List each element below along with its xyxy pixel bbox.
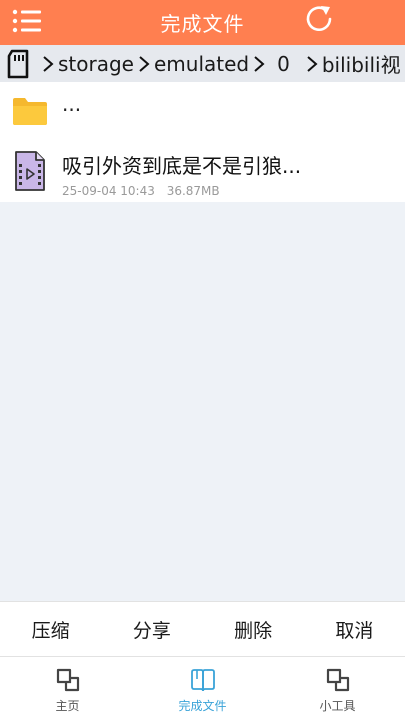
home-icon — [56, 668, 79, 692]
menu-button[interactable] — [10, 6, 44, 36]
breadcrumb-label: bilibili视 — [321, 53, 401, 77]
chevron-right-icon — [254, 55, 265, 72]
video-file-icon — [15, 151, 45, 191]
nav-label: 完成文件 — [178, 699, 227, 713]
book-icon — [190, 669, 215, 692]
file-meta: 25-09-04 10:43 36.87MB — [62, 184, 220, 198]
share-button[interactable]: 分享 — [101, 616, 202, 643]
breadcrumb-label: storage — [58, 51, 134, 76]
parent-folder-label: ... — [62, 92, 82, 116]
compress-button[interactable]: 压缩 — [0, 616, 101, 643]
sd-card-icon — [7, 49, 29, 78]
breadcrumb-item-0[interactable]: 0 — [249, 52, 302, 76]
nav-item-home[interactable]: 主页 — [0, 657, 135, 720]
refresh-button[interactable] — [302, 3, 338, 35]
cancel-button[interactable]: 取消 — [304, 616, 405, 643]
chevron-right-icon — [139, 55, 150, 72]
folder-icon — [13, 98, 47, 125]
file-size: 36.87MB — [166, 184, 220, 198]
delete-button[interactable]: 删除 — [203, 616, 304, 643]
file-list: ... 吸引外资到底是不是引狼... 25-09-04 10:43 36.87M… — [0, 82, 405, 202]
menu-icon — [12, 9, 41, 33]
breadcrumb-item-emulated[interactable]: emulated — [134, 52, 249, 76]
breadcrumb-label: emulated — [153, 51, 250, 76]
nav-item-finished-files[interactable]: 完成文件 — [135, 657, 270, 720]
chevron-right-icon — [307, 55, 318, 72]
parent-folder-row[interactable]: ... — [0, 82, 405, 142]
nav-label: 小工具 — [319, 699, 356, 713]
page-title: 完成文件 — [160, 12, 245, 36]
refresh-icon — [306, 6, 332, 32]
breadcrumb: storage emulated 0 bilibili视 — [0, 45, 405, 82]
bottom-nav: 主页 完成文件 小工具 — [0, 656, 405, 720]
list-item[interactable]: 吸引外资到底是不是引狼... 25-09-04 10:43 36.87MB — [0, 142, 405, 202]
breadcrumb-item-bilibili[interactable]: bilibili视 — [302, 49, 401, 78]
file-date: 25-09-04 10:43 — [62, 184, 155, 198]
nav-label: 主页 — [55, 699, 80, 713]
breadcrumb-label: 0 — [277, 51, 290, 76]
breadcrumb-item-storage[interactable]: storage — [38, 52, 134, 76]
nav-item-tools[interactable]: 小工具 — [270, 657, 405, 720]
app-header: 完成文件 — [0, 0, 405, 45]
file-name: 吸引外资到底是不是引狼... — [62, 154, 302, 178]
tools-icon — [326, 668, 349, 692]
chevron-right-icon — [43, 55, 54, 72]
sd-card-button[interactable] — [6, 49, 32, 79]
action-bar: 压缩 分享 删除 取消 — [0, 601, 405, 656]
